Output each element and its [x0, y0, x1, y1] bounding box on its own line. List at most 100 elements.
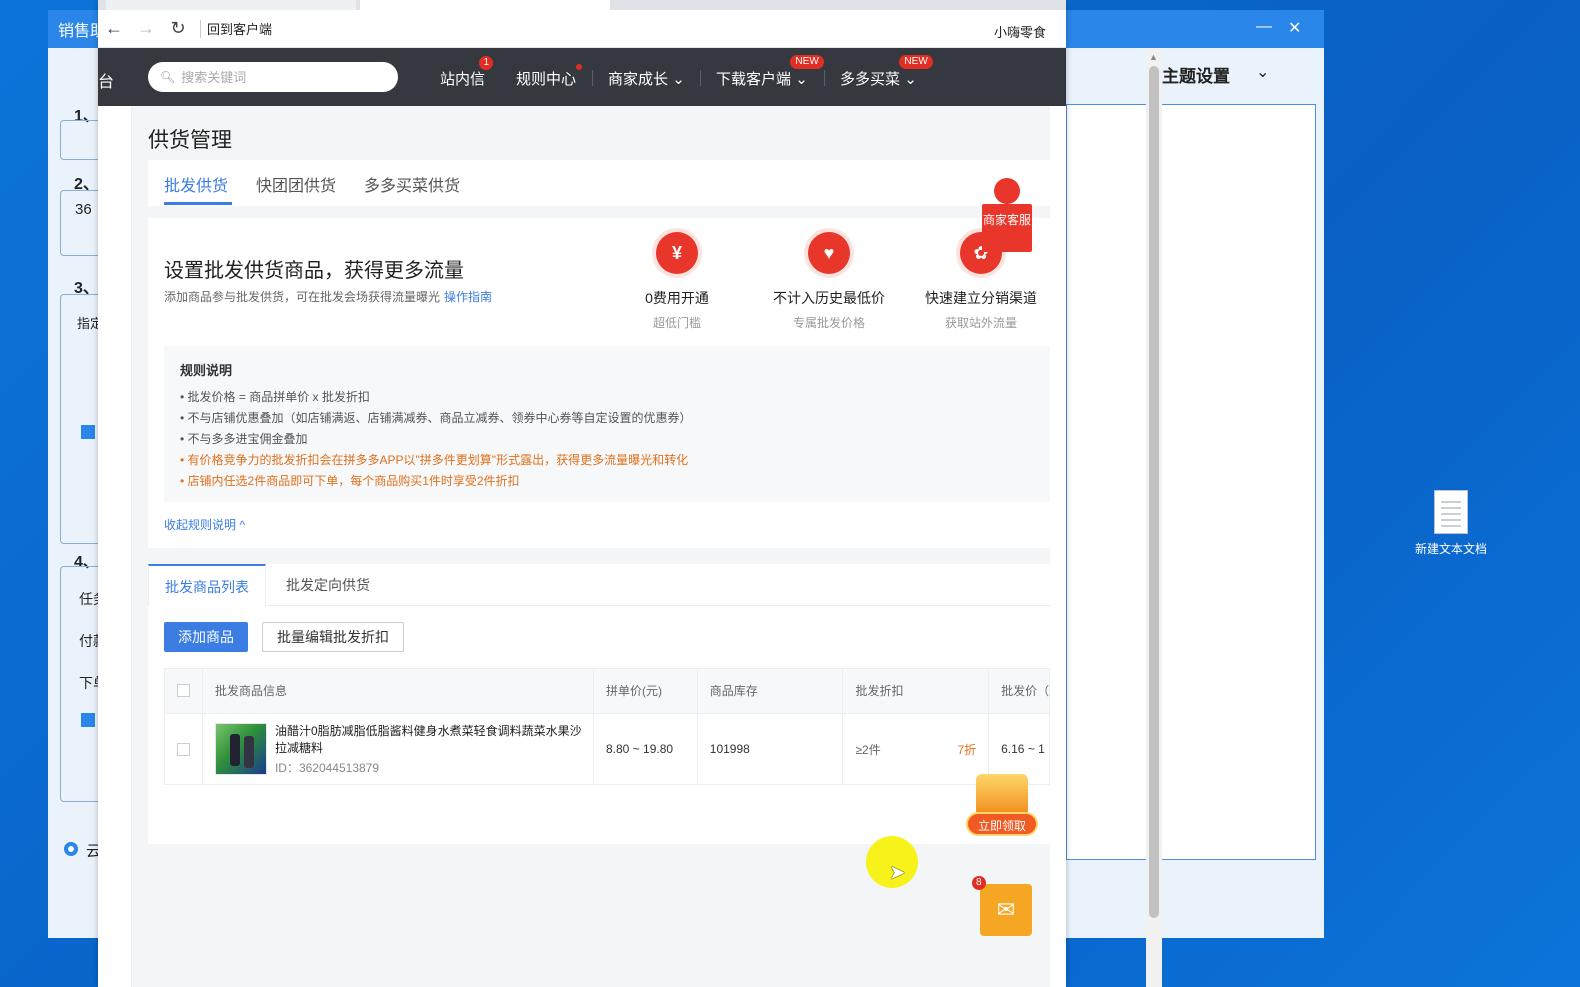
browser-tab-active[interactable]	[360, 0, 610, 10]
col-wholesale-price: 批发价（	[989, 669, 1049, 713]
scrollbar-thumb[interactable]	[1149, 66, 1159, 918]
stock-cell: 101998	[698, 714, 844, 784]
bg-radio-icon[interactable]	[64, 842, 78, 856]
nav-rules-label: 规则中心	[516, 71, 577, 88]
search-box[interactable]: 🔍︎	[148, 62, 398, 92]
nav-divider	[592, 70, 593, 86]
page-scrollbar[interactable]: ▲	[1146, 48, 1162, 987]
notification-dot	[576, 64, 583, 70]
nav-merchant-growth[interactable]: 商家成长 ⌄	[608, 68, 685, 89]
wholesale-list-card: 批发商品列表 批发定向供货 添加商品 批量编辑批发折扣 批发商品信息 拼单价(元…	[148, 564, 1050, 844]
merchant-service-label: 商家客服	[982, 204, 1032, 252]
search-icon: 🔍︎	[160, 70, 176, 84]
tab-maicai-supply[interactable]: 多多买菜供货	[364, 172, 460, 196]
rule-item: • 批发价格 = 商品拼单价 x 批发折扣	[180, 390, 370, 404]
product-info-cell: 油醋汁0脂肪减脂低脂酱料健身水煮菜轻食调料蔬菜水果沙拉减糖料 ID：362044…	[203, 714, 594, 784]
chevron-down-icon: ⌄	[795, 71, 808, 88]
reload-icon[interactable]: ↻	[162, 18, 194, 39]
promo-card: 设置批发供货商品，获得更多流量 添加商品参与批发供货，可在批发会场获得流量曝光操…	[148, 218, 1050, 548]
back-arrow-icon[interactable]: ←	[98, 18, 130, 39]
yuan-icon: ¥	[656, 232, 698, 274]
mail-count-badge: 8	[972, 876, 986, 890]
tab-wholesale-product-list[interactable]: 批发商品列表	[148, 564, 266, 606]
col-stock: 商品库存	[697, 669, 844, 713]
tab-targeted-supply[interactable]: 批发定向供货	[270, 564, 386, 606]
scroll-up-icon[interactable]: ▲	[1149, 52, 1158, 62]
browser-tab[interactable]	[106, 0, 356, 10]
theme-settings-label[interactable]: 主题设置	[1162, 62, 1230, 87]
rules-panel: 规则说明 • 批发价格 = 商品拼单价 x 批发折扣 • 不与店铺优惠叠加（如店…	[164, 346, 1050, 502]
promo-headline: 设置批发供货商品，获得更多流量	[164, 260, 464, 282]
coupon-widget[interactable]: 立即领取	[966, 774, 1038, 840]
forward-arrow-icon[interactable]: →	[130, 18, 162, 39]
text-file-icon	[1434, 490, 1468, 534]
bg-checkbox-icon[interactable]	[81, 425, 95, 439]
table-header-row: 批发商品信息 拼单价(元) 商品库存 批发折扣 批发价（	[165, 669, 1049, 714]
promo-subline-text: 添加商品参与批发供货，可在批发会场获得流量曝光	[164, 290, 441, 304]
collapse-rules-link[interactable]: 收起规则说明 ^	[164, 516, 245, 533]
product-name[interactable]: 油醋汁0脂肪减脂低脂酱料健身水煮菜轻食调料蔬菜水果沙拉减糖料	[275, 723, 593, 757]
feature-title: 不计入历史最低价	[773, 290, 885, 306]
rule-item-highlight: • 有价格竞争力的批发折扣会在拼多多APP以"拼多件更划算"形式露出，获得更多流…	[180, 453, 689, 467]
search-input[interactable]	[181, 69, 382, 85]
desktop-text-file[interactable]: 新建文本文档	[1406, 490, 1496, 557]
nav-duoduo-maicai[interactable]: 多多买菜 ⌄ NEW	[840, 55, 933, 89]
nav-divider	[700, 70, 701, 86]
bg-field-2[interactable]: 36	[75, 201, 92, 218]
discount-min-qty: ≥2件	[855, 742, 881, 757]
address-divider	[200, 19, 201, 38]
feature-title: 快速建立分销渠道	[925, 290, 1037, 306]
new-badge: NEW	[790, 55, 824, 69]
nav-growth-label: 商家成长	[608, 71, 669, 88]
product-table: 批发商品信息 拼单价(元) 商品库存 批发折扣 批发价（ 油醋汁0脂肪减脂低脂酱…	[164, 668, 1050, 785]
product-thumbnail[interactable]	[214, 723, 267, 775]
row-select-cell	[165, 714, 203, 784]
chevron-down-icon[interactable]: ⌄	[1256, 62, 1269, 82]
address-bar: ← → ↻ 回到客户端 小嗨零食	[98, 10, 1066, 48]
desktop-file-label: 新建文本文档	[1414, 542, 1487, 556]
nav-rules-center[interactable]: 规则中心	[516, 64, 583, 89]
feature-subtitle: 获取站外流量	[944, 316, 1017, 330]
back-to-client-link[interactable]: 回到客户端	[207, 19, 272, 38]
close-icon[interactable]: ✕	[1288, 18, 1301, 38]
minimize-icon[interactable]: —	[1256, 18, 1272, 36]
feature-title: 0费用开通	[645, 290, 709, 306]
row-checkbox[interactable]	[177, 742, 190, 756]
rule-item: • 不与多多进宝佣金叠加	[180, 432, 308, 446]
heart-icon: ♥	[808, 232, 850, 274]
nav-inbox-label: 站内信	[440, 71, 486, 88]
gift-box-icon	[976, 774, 1028, 816]
nav-divider	[824, 70, 825, 86]
nav-inbox[interactable]: 站内信 1	[440, 56, 494, 89]
supply-tabs: 批发供货 快团团供货 多多买菜供货	[148, 160, 1050, 206]
merchant-service-button[interactable]: 商家客服	[982, 178, 1032, 256]
discount-value[interactable]: 7折	[957, 741, 976, 758]
bulk-edit-discount-button[interactable]: 批量编辑批发折扣	[262, 622, 404, 652]
store-name[interactable]: 小嗨零食	[994, 22, 1046, 41]
add-product-button[interactable]: 添加商品	[164, 622, 248, 652]
site-brand[interactable]: 台	[98, 68, 114, 92]
rules-heading: 规则说明	[180, 363, 233, 378]
feature-no-history-low: ♥ 不计入历史最低价 专属批发价格	[764, 232, 894, 331]
rule-item: • 不与店铺优惠叠加（如店铺满返、店铺满减券、商品立减券、领券中心券等自定设置的…	[180, 411, 692, 425]
mail-button[interactable]: ✉ 8	[972, 876, 1032, 936]
mouse-pointer-icon: ➤	[889, 862, 906, 884]
nav-download-client[interactable]: 下载客户端 ⌄ NEW	[716, 55, 824, 89]
operation-guide-link[interactable]: 操作指南	[444, 290, 492, 304]
bg-textarea[interactable]	[1066, 104, 1316, 860]
tab-kuaituantuan-supply[interactable]: 快团团供货	[256, 172, 336, 196]
chevron-down-icon: ⌄	[672, 71, 685, 88]
nav-maicai-label: 多多买菜	[840, 71, 901, 88]
tab-wholesale-supply[interactable]: 批发供货	[164, 172, 228, 196]
feature-subtitle: 超低门槛	[652, 316, 701, 330]
collapsed-sidebar[interactable]	[98, 106, 132, 987]
select-all-checkbox[interactable]	[177, 684, 190, 697]
claim-now-label: 立即领取	[966, 812, 1038, 836]
col-product-info: 批发商品信息	[202, 669, 594, 713]
mascot-icon	[994, 178, 1020, 204]
page-title: 供货管理	[148, 129, 232, 152]
product-id: ID：362044513879	[274, 760, 380, 775]
bg-checkbox-icon[interactable]	[81, 713, 95, 727]
inbox-count-badge: 1	[479, 56, 494, 70]
browser-window: ← → ↻ 回到客户端 小嗨零食 台 🔍︎ 站内信 1 规则中心 商家成长 ⌄ …	[98, 0, 1162, 987]
